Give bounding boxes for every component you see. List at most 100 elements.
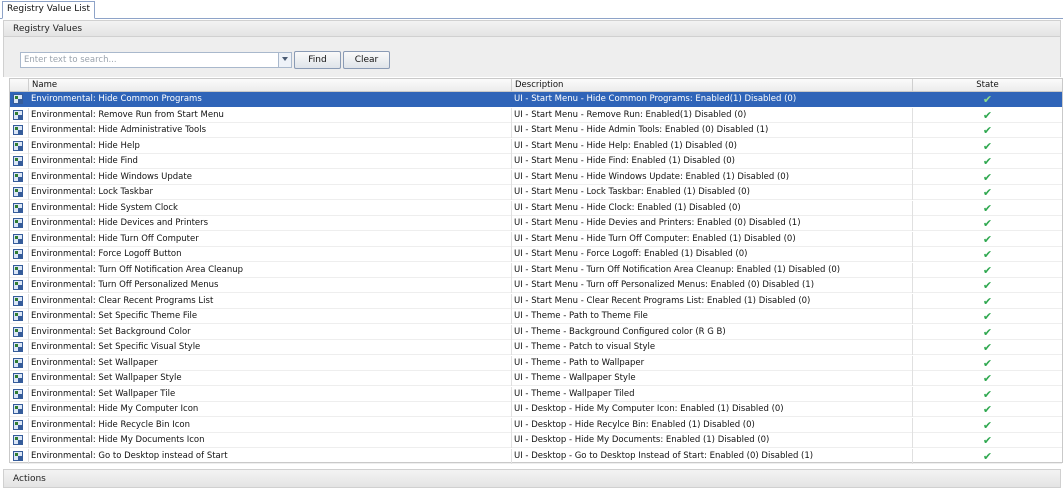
row-name: Environmental: Remove Run from Start Men… <box>29 107 512 123</box>
row-icon-cell <box>10 200 29 216</box>
registry-value-icon <box>13 342 23 352</box>
table-row[interactable]: Environmental: Hide Windows Update UI - S… <box>10 169 1062 185</box>
row-name: Environmental: Lock Taskbar <box>29 185 512 200</box>
clear-button[interactable]: Clear <box>343 51 390 69</box>
row-state: ✔ <box>913 278 1062 293</box>
table-row[interactable]: Environmental: Lock Taskbar UI - Start Me… <box>10 185 1062 200</box>
table-row[interactable]: Environmental: Hide My Computer Icon UI -… <box>10 402 1062 417</box>
row-state: ✔ <box>913 185 1062 200</box>
check-icon[interactable]: ✔ <box>983 450 992 463</box>
header-icon-column[interactable] <box>10 79 29 91</box>
table-row[interactable]: Environmental: Force Logoff Button UI - S… <box>10 247 1062 262</box>
row-icon-cell <box>10 433 29 448</box>
row-icon-cell <box>10 293 29 309</box>
table-row[interactable]: Environmental: Hide Turn Off Computer UI … <box>10 231 1062 247</box>
row-name: Environmental: Hide Find <box>29 154 512 169</box>
check-icon[interactable]: ✔ <box>983 202 992 215</box>
tab-registry-value-list[interactable]: Registry Value List <box>2 1 96 19</box>
table-row[interactable]: Environmental: Set Wallpaper Tile UI - Th… <box>10 386 1062 402</box>
check-icon[interactable]: ✔ <box>983 124 992 137</box>
check-icon[interactable]: ✔ <box>983 217 992 230</box>
row-state: ✔ <box>913 154 1062 169</box>
row-description: UI - Desktop - Hide Recylce Bin: Enabled… <box>512 417 913 433</box>
search-combobox[interactable] <box>20 52 292 68</box>
row-name: Environmental: Hide Turn Off Computer <box>29 231 512 247</box>
registry-value-icon <box>13 311 23 321</box>
row-description: UI - Start Menu - Remove Run: Enabled(1)… <box>512 107 913 123</box>
row-icon-cell <box>10 309 29 324</box>
row-description: UI - Start Menu - Force Logoff: Enabled … <box>512 247 913 262</box>
search-dropdown-button[interactable] <box>278 53 291 67</box>
table-row[interactable]: Environmental: Set Specific Visual Style… <box>10 340 1062 355</box>
check-icon[interactable]: ✔ <box>983 419 992 432</box>
row-description: UI - Theme - Patch to visual Style <box>512 340 913 355</box>
check-icon[interactable]: ✔ <box>983 310 992 323</box>
table-row[interactable]: Environmental: Hide My Documents Icon UI … <box>10 433 1062 448</box>
registry-values-panel-header[interactable]: Registry Values <box>3 20 1061 37</box>
table-row[interactable]: Environmental: Hide Common Programs UI - … <box>10 92 1062 107</box>
row-state: ✔ <box>913 356 1062 371</box>
table-row[interactable]: Environmental: Hide Find UI - Start Menu … <box>10 154 1062 169</box>
actions-panel-header[interactable]: Actions <box>3 469 1061 488</box>
table-row[interactable]: Environmental: Hide System Clock UI - Sta… <box>10 200 1062 216</box>
check-icon[interactable]: ✔ <box>983 93 992 106</box>
row-name: Environmental: Set Background Color <box>29 324 512 340</box>
header-description[interactable]: Description <box>512 79 913 91</box>
check-icon[interactable]: ✔ <box>983 326 992 339</box>
row-name: Environmental: Hide Recycle Bin Icon <box>29 417 512 433</box>
table-row[interactable]: Environmental: Set Specific Theme File UI… <box>10 309 1062 324</box>
grid-header: Name Description State <box>10 79 1062 92</box>
row-name: Environmental: Clear Recent Programs Lis… <box>29 293 512 309</box>
table-row[interactable]: Environmental: Set Background Color UI - … <box>10 324 1062 340</box>
registry-value-icon <box>13 140 23 151</box>
row-name: Environmental: Hide Windows Update <box>29 169 512 185</box>
table-row[interactable]: Environmental: Hide Administrative Tools… <box>10 123 1062 138</box>
table-row[interactable]: Environmental: Turn Off Personalized Men… <box>10 278 1062 293</box>
check-icon[interactable]: ✔ <box>983 372 992 385</box>
table-row[interactable]: Environmental: Hide Recycle Bin Icon UI -… <box>10 417 1062 433</box>
row-icon-cell <box>10 448 29 464</box>
registry-value-icon <box>13 404 23 414</box>
row-name: Environmental: Turn Off Personalized Men… <box>29 278 512 293</box>
row-name: Environmental: Turn Off Notification Are… <box>29 262 512 278</box>
check-icon[interactable]: ✔ <box>983 233 992 246</box>
check-icon[interactable]: ✔ <box>983 186 992 199</box>
header-state[interactable]: State <box>913 79 1062 91</box>
table-row[interactable]: Environmental: Hide Devices and Printers… <box>10 216 1062 231</box>
check-icon[interactable]: ✔ <box>983 155 992 168</box>
check-icon[interactable]: ✔ <box>983 109 992 122</box>
row-state: ✔ <box>913 92 1062 107</box>
table-row[interactable]: Environmental: Turn Off Notification Are… <box>10 262 1062 278</box>
table-row[interactable]: Environmental: Clear Recent Programs Lis… <box>10 293 1062 309</box>
table-row[interactable]: Environmental: Set Wallpaper Style UI - T… <box>10 371 1062 386</box>
find-button[interactable]: Find <box>294 51 341 69</box>
check-icon[interactable]: ✔ <box>983 434 992 447</box>
row-state: ✔ <box>913 216 1062 231</box>
table-row[interactable]: Environmental: Set Wallpaper UI - Theme -… <box>10 355 1062 371</box>
table-row[interactable]: Environmental: Hide Help UI - Start Menu … <box>10 138 1062 154</box>
check-icon[interactable]: ✔ <box>983 279 992 292</box>
check-icon[interactable]: ✔ <box>983 295 992 308</box>
header-name[interactable]: Name <box>29 79 512 91</box>
row-icon-cell <box>10 386 29 402</box>
search-input[interactable] <box>21 53 280 67</box>
check-icon[interactable]: ✔ <box>983 140 992 153</box>
row-name: Environmental: Hide Devices and Printers <box>29 216 512 231</box>
table-row[interactable]: Environmental: Go to Desktop instead of … <box>10 448 1062 464</box>
row-description: UI - Start Menu - Clear Recent Programs … <box>512 293 913 309</box>
row-name: Environmental: Set Specific Theme File <box>29 309 512 324</box>
row-icon-cell <box>10 355 29 371</box>
row-state: ✔ <box>913 449 1062 464</box>
check-icon[interactable]: ✔ <box>983 388 992 401</box>
check-icon[interactable]: ✔ <box>983 341 992 354</box>
row-state: ✔ <box>913 371 1062 386</box>
row-icon-cell <box>10 371 29 386</box>
table-row[interactable]: Environmental: Remove Run from Start Men… <box>10 107 1062 123</box>
check-icon[interactable]: ✔ <box>983 403 992 416</box>
row-icon-cell <box>10 107 29 123</box>
check-icon[interactable]: ✔ <box>983 248 992 261</box>
check-icon[interactable]: ✔ <box>983 171 992 184</box>
row-description: UI - Theme - Path to Theme File <box>512 309 913 324</box>
check-icon[interactable]: ✔ <box>983 264 992 277</box>
check-icon[interactable]: ✔ <box>983 357 992 370</box>
